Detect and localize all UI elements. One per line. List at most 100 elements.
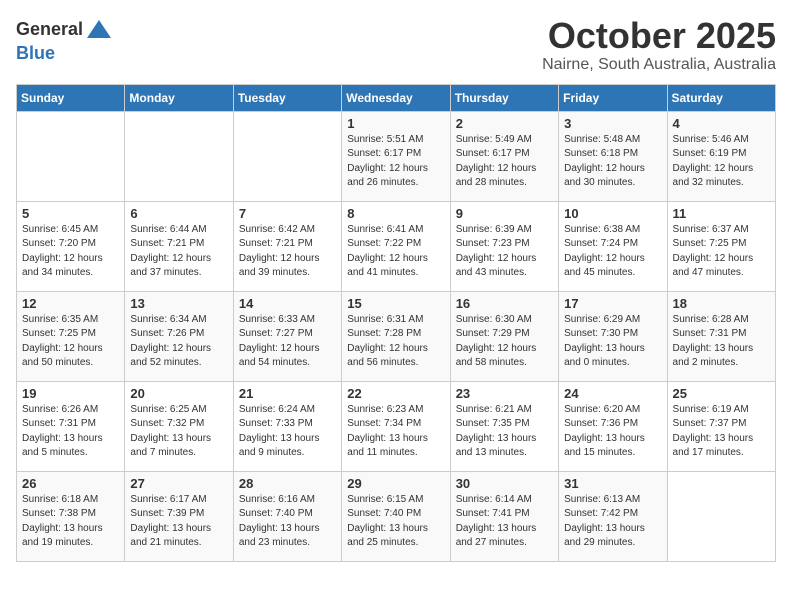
calendar-cell: 2Sunrise: 5:49 AM Sunset: 6:17 PM Daylig… xyxy=(450,111,558,201)
cell-content: Sunrise: 6:44 AM Sunset: 7:21 PM Dayligh… xyxy=(130,223,227,281)
calendar-cell: 3 Sunrise: 5:48 AM Sunset: 6:18 PM Daylig… xyxy=(559,111,667,201)
day-number: 29 xyxy=(347,476,444,491)
cell-content: Sunrise: 6:14 AM Sunset: 7:41 PM Dayligh… xyxy=(456,493,553,551)
calendar-cell: 14 Sunrise: 6:33 AM Sunset: 7:27 PM Dayli… xyxy=(233,291,341,381)
calendar-cell xyxy=(667,471,775,561)
cell-content: Sunrise: 6:35 AM Sunset: 7:25 PM Dayligh… xyxy=(22,313,119,371)
day-number: 15 xyxy=(347,296,444,311)
header-cell-sunday: Sunday xyxy=(17,84,125,111)
cell-content: Sunrise: 6:24 AM Sunset: 7:33 PM Dayligh… xyxy=(239,403,336,461)
calendar-cell: 11 Sunrise: 6:37 AM Sunset: 7:25 PM Dayli… xyxy=(667,201,775,291)
header-cell-tuesday: Tuesday xyxy=(233,84,341,111)
day-number: 19 xyxy=(22,386,119,401)
day-number: 22 xyxy=(347,386,444,401)
calendar-cell: 27 Sunrise: 6:17 AM Sunset: 7:39 PM Dayli… xyxy=(125,471,233,561)
cell-content: Sunrise: 6:18 AM Sunset: 7:38 PM Dayligh… xyxy=(22,493,119,551)
calendar-cell: 8 Sunrise: 6:41 AM Sunset: 7:22 PM Daylig… xyxy=(342,201,450,291)
calendar-cell: 19 Sunrise: 6:26 AM Sunset: 7:31 PM Dayli… xyxy=(17,381,125,471)
cell-content: Sunrise: 6:29 AM Sunset: 7:30 PM Dayligh… xyxy=(564,313,661,371)
day-number: 8 xyxy=(347,206,444,221)
cell-content: Sunrise: 6:13 AM Sunset: 7:42 PM Dayligh… xyxy=(564,493,661,551)
cell-content: Sunrise: 6:21 AM Sunset: 7:35 PM Dayligh… xyxy=(456,403,553,461)
cell-content: Sunrise: 6:38 AM Sunset: 7:24 PM Dayligh… xyxy=(564,223,661,281)
calendar-cell: 20 Sunrise: 6:25 AM Sunset: 7:32 PM Dayli… xyxy=(125,381,233,471)
day-number: 1 xyxy=(347,116,444,131)
day-number: 25 xyxy=(673,386,770,401)
day-number: 2 xyxy=(456,116,553,131)
day-number: 24 xyxy=(564,386,661,401)
day-number: 17 xyxy=(564,296,661,311)
cell-content: Sunrise: 6:34 AM Sunset: 7:26 PM Dayligh… xyxy=(130,313,227,371)
day-number: 21 xyxy=(239,386,336,401)
day-number: 27 xyxy=(130,476,227,491)
location-title: Nairne, South Australia, Australia xyxy=(542,56,776,74)
cell-content: Sunrise: 6:23 AM Sunset: 7:34 PM Dayligh… xyxy=(347,403,444,461)
calendar-cell: 12 Sunrise: 6:35 AM Sunset: 7:25 PM Dayli… xyxy=(17,291,125,381)
day-number: 30 xyxy=(456,476,553,491)
calendar-cell: 6 Sunrise: 6:44 AM Sunset: 7:21 PM Daylig… xyxy=(125,201,233,291)
calendar-cell xyxy=(233,111,341,201)
day-number: 20 xyxy=(130,386,227,401)
calendar-cell: 17 Sunrise: 6:29 AM Sunset: 7:30 PM Dayli… xyxy=(559,291,667,381)
title-block: October 2025 Nairne, South Australia, Au… xyxy=(542,16,776,74)
day-number: 31 xyxy=(564,476,661,491)
day-number: 3 xyxy=(564,116,661,131)
day-number: 16 xyxy=(456,296,553,311)
calendar-cell: 10 Sunrise: 6:38 AM Sunset: 7:24 PM Dayli… xyxy=(559,201,667,291)
calendar-cell: 4Sunrise: 5:46 AM Sunset: 6:19 PM Daylig… xyxy=(667,111,775,201)
cell-content: Sunrise: 6:20 AM Sunset: 7:36 PM Dayligh… xyxy=(564,403,661,461)
cell-content: Sunrise: 6:31 AM Sunset: 7:28 PM Dayligh… xyxy=(347,313,444,371)
week-row-1: 1Sunrise: 5:51 AM Sunset: 6:17 PM Daylig… xyxy=(17,111,776,201)
day-number: 5 xyxy=(22,206,119,221)
day-number: 12 xyxy=(22,296,119,311)
logo-blue: Blue xyxy=(16,44,113,64)
logo: General Blue xyxy=(16,16,113,64)
day-number: 26 xyxy=(22,476,119,491)
calendar-cell: 22 Sunrise: 6:23 AM Sunset: 7:34 PM Dayli… xyxy=(342,381,450,471)
cell-content: Sunrise: 6:42 AM Sunset: 7:21 PM Dayligh… xyxy=(239,223,336,281)
calendar-cell: 28Sunrise: 6:16 AM Sunset: 7:40 PM Dayli… xyxy=(233,471,341,561)
logo-text: General xyxy=(16,20,83,40)
cell-content: Sunrise: 6:16 AM Sunset: 7:40 PM Dayligh… xyxy=(239,493,336,551)
day-number: 7 xyxy=(239,206,336,221)
calendar-cell: 18Sunrise: 6:28 AM Sunset: 7:31 PM Dayli… xyxy=(667,291,775,381)
cell-content: Sunrise: 6:41 AM Sunset: 7:22 PM Dayligh… xyxy=(347,223,444,281)
calendar-body: 1Sunrise: 5:51 AM Sunset: 6:17 PM Daylig… xyxy=(17,111,776,561)
calendar-cell: 29Sunrise: 6:15 AM Sunset: 7:40 PM Dayli… xyxy=(342,471,450,561)
cell-content: Sunrise: 6:17 AM Sunset: 7:39 PM Dayligh… xyxy=(130,493,227,551)
day-number: 10 xyxy=(564,206,661,221)
day-number: 23 xyxy=(456,386,553,401)
day-number: 11 xyxy=(673,206,770,221)
cell-content: Sunrise: 6:39 AM Sunset: 7:23 PM Dayligh… xyxy=(456,223,553,281)
calendar-cell xyxy=(17,111,125,201)
day-number: 6 xyxy=(130,206,227,221)
cell-content: Sunrise: 6:26 AM Sunset: 7:31 PM Dayligh… xyxy=(22,403,119,461)
day-number: 14 xyxy=(239,296,336,311)
calendar-cell: 16Sunrise: 6:30 AM Sunset: 7:29 PM Dayli… xyxy=(450,291,558,381)
cell-content: Sunrise: 5:48 AM Sunset: 6:18 PM Dayligh… xyxy=(564,133,661,191)
calendar-cell: 30 Sunrise: 6:14 AM Sunset: 7:41 PM Dayli… xyxy=(450,471,558,561)
week-row-4: 19 Sunrise: 6:26 AM Sunset: 7:31 PM Dayli… xyxy=(17,381,776,471)
day-number: 18 xyxy=(673,296,770,311)
calendar-cell: 24 Sunrise: 6:20 AM Sunset: 7:36 PM Dayli… xyxy=(559,381,667,471)
logo-icon xyxy=(85,16,113,44)
header-cell-thursday: Thursday xyxy=(450,84,558,111)
day-number: 9 xyxy=(456,206,553,221)
calendar-cell: 25 Sunrise: 6:19 AM Sunset: 7:37 PM Dayli… xyxy=(667,381,775,471)
header-row: SundayMondayTuesdayWednesdayThursdayFrid… xyxy=(17,84,776,111)
cell-content: Sunrise: 6:37 AM Sunset: 7:25 PM Dayligh… xyxy=(673,223,770,281)
calendar-table: SundayMondayTuesdayWednesdayThursdayFrid… xyxy=(16,84,776,562)
cell-content: Sunrise: 6:19 AM Sunset: 7:37 PM Dayligh… xyxy=(673,403,770,461)
calendar-cell: 7 Sunrise: 6:42 AM Sunset: 7:21 PM Daylig… xyxy=(233,201,341,291)
calendar-cell: 23 Sunrise: 6:21 AM Sunset: 7:35 PM Dayli… xyxy=(450,381,558,471)
cell-content: Sunrise: 6:25 AM Sunset: 7:32 PM Dayligh… xyxy=(130,403,227,461)
header-cell-friday: Friday xyxy=(559,84,667,111)
calendar-cell: 9 Sunrise: 6:39 AM Sunset: 7:23 PM Daylig… xyxy=(450,201,558,291)
day-number: 13 xyxy=(130,296,227,311)
month-title: October 2025 xyxy=(542,16,776,56)
calendar-cell: 13 Sunrise: 6:34 AM Sunset: 7:26 PM Dayli… xyxy=(125,291,233,381)
calendar-header: SundayMondayTuesdayWednesdayThursdayFrid… xyxy=(17,84,776,111)
cell-content: Sunrise: 6:45 AM Sunset: 7:20 PM Dayligh… xyxy=(22,223,119,281)
cell-content: Sunrise: 6:33 AM Sunset: 7:27 PM Dayligh… xyxy=(239,313,336,371)
calendar-cell: 21 Sunrise: 6:24 AM Sunset: 7:33 PM Dayli… xyxy=(233,381,341,471)
